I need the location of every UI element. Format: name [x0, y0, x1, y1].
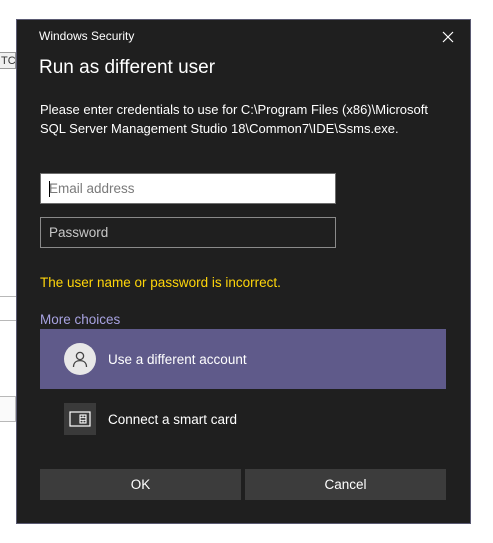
ok-button[interactable]: OK [40, 469, 241, 500]
cancel-button[interactable]: Cancel [245, 469, 446, 500]
connect-smart-card-option[interactable]: Connect a smart card [40, 389, 446, 449]
more-choices-link[interactable]: More choices [40, 312, 120, 327]
option-label: Connect a smart card [108, 411, 238, 427]
screen: TC Windows Security Run as different use… [0, 0, 493, 543]
windows-security-dialog: Windows Security Run as different user P… [16, 19, 471, 524]
background-divider [0, 320, 16, 321]
close-button[interactable] [436, 26, 460, 48]
user-icon [64, 343, 96, 375]
text-caret [49, 181, 50, 197]
background-tab[interactable]: TC [0, 52, 16, 69]
option-label: Use a different account [108, 351, 247, 367]
background-divider [0, 296, 16, 297]
dialog-heading: Run as different user [39, 57, 216, 78]
background-field [0, 396, 16, 422]
password-field[interactable] [40, 217, 336, 248]
credentials-message: Please enter credentials to use for C:\P… [40, 102, 428, 136]
dialog-app-title: Windows Security [39, 29, 135, 43]
error-message: The user name or password is incorrect. [40, 275, 281, 290]
close-icon [442, 31, 454, 43]
use-different-account-option[interactable]: Use a different account [40, 329, 446, 389]
email-field[interactable] [40, 173, 336, 204]
smart-card-icon [64, 403, 96, 435]
